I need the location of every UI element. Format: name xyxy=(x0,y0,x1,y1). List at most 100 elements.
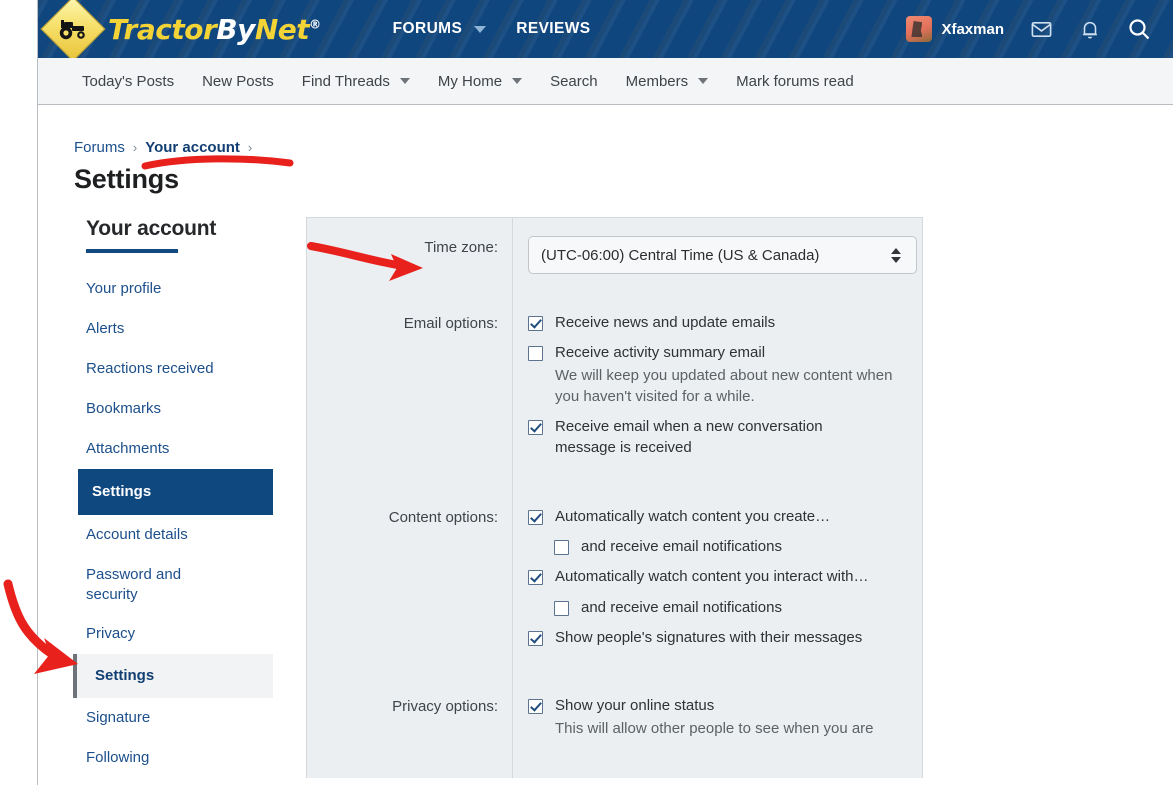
subnav-item-members[interactable]: Members xyxy=(612,73,723,90)
sidebar-item-settings[interactable]: Settings xyxy=(73,654,273,699)
nav-item-forums-label: FORUMS xyxy=(392,20,463,37)
header-right-group: Xfaxman xyxy=(906,16,1173,42)
sidebar-heading-rule xyxy=(86,249,178,253)
sidebar-item-password-and-security[interactable]: Password and security xyxy=(86,555,216,615)
subnav-item-label: Members xyxy=(625,72,689,90)
checkbox-row[interactable]: Receive activity summary email We will k… xyxy=(528,342,912,407)
subnav-item-my-home[interactable]: My Home xyxy=(424,73,536,90)
page-frame: TractorByNet® FORUMS REVIEWS Xfaxman Tod… xyxy=(37,0,1173,785)
timezone-select[interactable]: (UTC-06:00) Central Time (US & Canada) xyxy=(528,236,917,274)
checkbox-row[interactable]: Automatically watch content you create… xyxy=(528,506,912,527)
checkbox-auto-watch-create[interactable] xyxy=(528,509,543,525)
sidebar-item-account-details[interactable]: Account details xyxy=(86,515,306,555)
breadcrumb-forums[interactable]: Forums xyxy=(74,139,125,156)
checkbox-label: Show your online status xyxy=(555,697,715,715)
sidebar-item-label: Following xyxy=(86,749,150,767)
subnav-item-todays-posts[interactable]: Today's Posts xyxy=(68,73,188,90)
chevron-down-icon xyxy=(698,78,709,84)
nav-item-reviews[interactable]: REVIEWS xyxy=(516,20,590,38)
sidebar-item-bookmarks[interactable]: Bookmarks xyxy=(86,389,306,429)
checkbox-row[interactable]: Receive email when a new conversation me… xyxy=(528,416,912,459)
checkbox-conversation-email[interactable] xyxy=(528,420,543,436)
content-options-control: Automatically watch content you create… … xyxy=(512,506,922,657)
privacy-options-label: Privacy options: xyxy=(392,698,498,716)
subnav-item-label: Mark forums read xyxy=(736,72,854,90)
sidebar-group-settings[interactable]: Settings xyxy=(78,468,273,515)
sidebar-item-label: Signature xyxy=(86,709,151,727)
chevron-down-icon xyxy=(512,78,523,84)
checkbox-label: Show people's signatures with their mess… xyxy=(555,628,863,646)
subnav-item-search[interactable]: Search xyxy=(536,73,612,90)
breadcrumb: Forums › Your account › xyxy=(74,139,1173,156)
logo-word-tractor: Tractor xyxy=(108,12,217,46)
checkbox-label: Receive email when a new conversation me… xyxy=(555,418,823,457)
sidebar-item-reactions-received[interactable]: Reactions received xyxy=(86,349,306,389)
sidebar-item-label: Bookmarks xyxy=(86,399,162,417)
row-spacer xyxy=(307,657,922,677)
checkbox-row[interactable]: and receive email notifications xyxy=(554,536,912,557)
form-row-content-options: Content options: Automatically watch con… xyxy=(307,488,922,657)
checkbox-auto-watch-interact-email[interactable] xyxy=(554,600,569,616)
email-options-control: Receive news and update emails Receive a… xyxy=(512,312,922,468)
sidebar-item-alerts[interactable]: Alerts xyxy=(86,309,306,349)
checkbox-auto-watch-interact[interactable] xyxy=(528,570,543,586)
breadcrumb-separator: › xyxy=(132,140,138,155)
timezone-label: Time zone: xyxy=(424,239,498,256)
checkbox-help-text: We will keep you updated about new conte… xyxy=(555,366,893,405)
content-area: Your account Your profile Alerts Reactio… xyxy=(38,217,1173,785)
checkbox-row[interactable]: and receive email notifications xyxy=(554,597,912,618)
sidebar-item-attachments[interactable]: Attachments xyxy=(86,429,306,469)
form-row-privacy-options: Privacy options: Show your online status… xyxy=(307,677,922,778)
checkbox-receive-news[interactable] xyxy=(528,316,543,331)
privacy-options-control: Show your online status This will allow … xyxy=(512,695,922,748)
checkbox-help-text: This will allow other people to see when… xyxy=(555,719,874,737)
account-sidebar: Your account Your profile Alerts Reactio… xyxy=(38,217,306,785)
checkbox-row[interactable]: Receive news and update emails xyxy=(528,312,912,333)
checkbox-label: Receive activity summary email xyxy=(555,344,766,362)
form-row-email-options: Email options: Receive news and update e… xyxy=(307,294,922,468)
subnav-item-mark-forums-read[interactable]: Mark forums read xyxy=(722,73,868,90)
checkbox-auto-watch-create-email[interactable] xyxy=(554,540,569,556)
secondary-nav: Today's Posts New Posts Find Threads My … xyxy=(38,58,1173,105)
subnav-item-find-threads[interactable]: Find Threads xyxy=(288,73,424,90)
breadcrumb-your-account[interactable]: Your account xyxy=(145,139,240,156)
checkbox-show-online-status[interactable] xyxy=(528,699,543,715)
checkbox-label: Automatically watch content you create… xyxy=(555,507,831,525)
alerts-icon[interactable] xyxy=(1079,18,1101,41)
sidebar-item-label: Settings xyxy=(95,667,155,685)
site-logo[interactable]: TractorByNet® xyxy=(40,0,321,58)
sidebar-item-ignoring[interactable]: Ignoring xyxy=(86,778,306,785)
checkbox-row[interactable]: Automatically watch content you interact… xyxy=(528,566,912,587)
email-options-label: Email options: xyxy=(403,315,498,332)
timezone-selected-value: (UTC-06:00) Central Time (US & Canada) xyxy=(541,246,820,264)
subnav-item-new-posts[interactable]: New Posts xyxy=(188,73,288,90)
site-logo-text: TractorByNet® xyxy=(108,13,321,46)
checkbox-label: and receive email notifications xyxy=(581,598,782,616)
checkbox-label: Automatically watch content you interact… xyxy=(555,568,869,586)
checkbox-activity-summary[interactable] xyxy=(528,346,543,362)
nav-item-reviews-label: REVIEWS xyxy=(516,20,591,37)
checkbox-label: Receive news and update emails xyxy=(555,314,776,331)
sidebar-item-your-profile[interactable]: Your profile xyxy=(86,269,306,309)
sidebar-item-following[interactable]: Following xyxy=(86,738,306,778)
sidebar-item-signature[interactable]: Signature xyxy=(86,698,306,738)
subnav-item-label: Today's Posts xyxy=(82,72,175,90)
checkbox-show-signatures[interactable] xyxy=(528,630,543,646)
sidebar-item-label: Attachments xyxy=(86,439,170,457)
sidebar-item-privacy[interactable]: Privacy xyxy=(86,614,306,654)
inbox-icon[interactable] xyxy=(1030,18,1053,41)
chevron-down-icon xyxy=(474,25,487,33)
sidebar-item-label: Password and security xyxy=(86,565,182,603)
checkbox-row[interactable]: Show your online status This will allow … xyxy=(528,695,912,739)
chevron-down-icon xyxy=(399,78,410,84)
sidebar-item-label: Account details xyxy=(86,525,188,543)
site-header: TractorByNet® FORUMS REVIEWS Xfaxman xyxy=(38,0,1173,58)
subnav-item-label: Search xyxy=(550,72,598,90)
sidebar-item-label: Privacy xyxy=(86,625,136,643)
nav-item-forums[interactable]: FORUMS xyxy=(393,20,487,38)
checkbox-row[interactable]: Show people's signatures with their mess… xyxy=(528,627,912,648)
settings-form: Time zone: (UTC-06:00) Central Time (US … xyxy=(306,217,923,785)
search-icon[interactable] xyxy=(1127,17,1151,41)
user-menu[interactable]: Xfaxman xyxy=(906,16,1004,42)
logo-word-by: By xyxy=(216,12,255,46)
